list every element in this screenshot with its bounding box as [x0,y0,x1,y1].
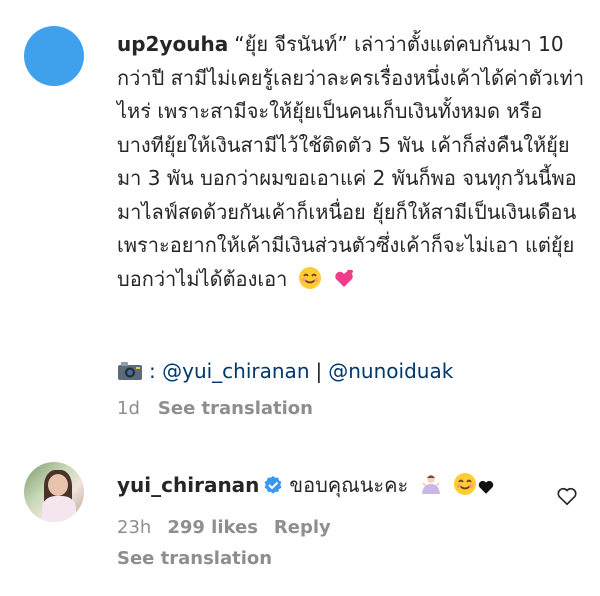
likes-count[interactable]: 299 likes [167,517,258,538]
mention-nunoiduak[interactable]: @nunoiduak [328,359,453,383]
smile-emoji-icon [453,472,477,504]
reply-button[interactable]: Reply [274,517,331,538]
avatar-body [42,496,76,522]
see-translation-button[interactable]: See translation [158,398,313,419]
camera-prefix: : [149,359,156,383]
reply-time: 23h [117,517,152,538]
see-translation-button[interactable]: See translation [117,548,272,569]
photo-credit-line: : @yui_chiranan | @nunoiduak [117,356,453,386]
comment-username[interactable]: up2youha [117,32,228,56]
shrug-emoji-icon [419,472,443,504]
reply-body: ขอบคุณนะคะ [289,473,409,497]
comment-text: up2youha “ยุ้ย จีรนันท์” เล่าว่าตั้งแต่คบ… [117,28,587,300]
mention-yui-chiranan[interactable]: @yui_chiranan [162,359,309,383]
verified-badge-icon [263,473,283,494]
comment-meta: 1d See translation [117,398,313,419]
black-heart-emoji-icon [477,474,495,504]
camera-emoji-icon [117,360,143,382]
like-heart-icon[interactable] [556,486,578,506]
reply-text: yui_chiranan ขอบคุณนะคะ [117,470,495,504]
two-hearts-emoji-icon [332,266,356,301]
reply-avatar[interactable] [24,462,84,522]
smile-emoji-icon [298,266,322,301]
tag-separator: | [315,359,323,383]
comment-time: 1d [117,398,140,419]
reply-username[interactable]: yui_chiranan [117,473,259,497]
avatar[interactable] [24,26,84,86]
reply-meta: 23h 299 likes Reply [117,517,331,538]
comment-body: “ยุ้ย จีรนันท์” เล่าว่าตั้งแต่คบกันมา 10… [117,32,585,291]
avatar-face [48,474,68,496]
